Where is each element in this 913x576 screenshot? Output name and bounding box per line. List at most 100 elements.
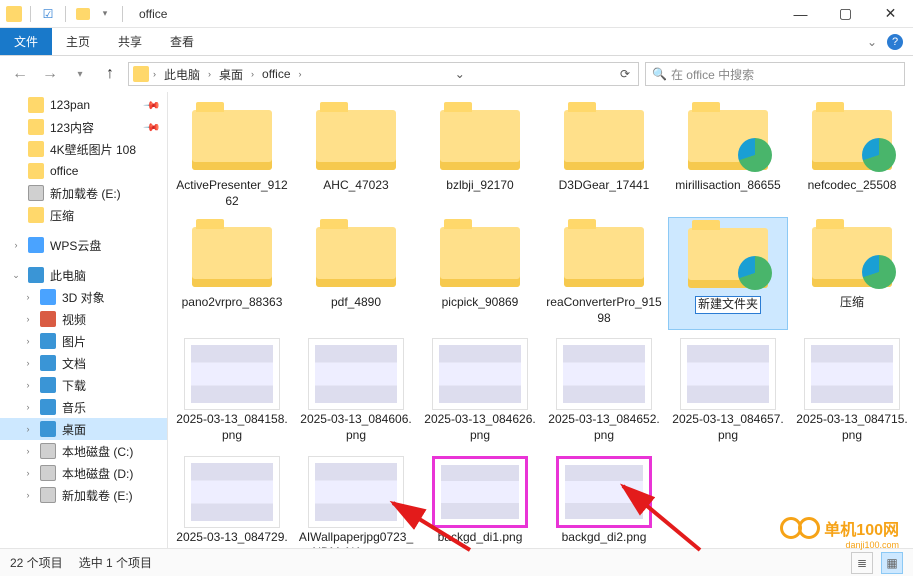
nav-forward-button: → [38, 62, 62, 86]
tree-item[interactable]: 123内容📌 [0, 116, 167, 138]
folder-icon [680, 104, 776, 176]
tab-home[interactable]: 主页 [52, 28, 104, 55]
tree-item[interactable]: 4K壁纸图片 108 [0, 138, 167, 160]
file-item[interactable]: backgd_di2.png [544, 452, 664, 548]
tree-item[interactable]: office [0, 160, 167, 182]
folder-item[interactable]: AHC_47023 [296, 100, 416, 213]
item-label: mirillisaction_86655 [675, 178, 780, 194]
item-label: ActivePresenter_91262 [174, 178, 290, 209]
file-item[interactable]: 2025-03-13_084652.png [544, 334, 664, 447]
tree-item[interactable]: ›3D 对象 [0, 286, 167, 308]
file-item[interactable]: 2025-03-13_084715.png [792, 334, 912, 447]
folder-item[interactable]: bzlbji_92170 [420, 100, 540, 213]
view-details-button[interactable]: ≣ [851, 552, 873, 574]
item-label: 2025-03-13_084626.png [422, 412, 538, 443]
qa-folder-icon[interactable] [74, 5, 92, 23]
tree-item[interactable]: ›图片 [0, 330, 167, 352]
maximize-button[interactable]: ▢ [823, 0, 868, 27]
tree-item[interactable]: ›下载 [0, 374, 167, 396]
folder-item[interactable]: D3DGear_17441 [544, 100, 664, 213]
tab-file[interactable]: 文件 [0, 28, 52, 55]
qa-dropdown[interactable]: ▾ [96, 5, 114, 23]
image-thumbnail [184, 456, 280, 528]
search-placeholder: 在 office 中搜索 [671, 66, 754, 83]
item-label: pano2vrpro_88363 [182, 295, 283, 311]
view-thumbs-button[interactable]: ▦ [881, 552, 903, 574]
folder-item[interactable]: mirillisaction_86655 [668, 100, 788, 213]
address-bar[interactable]: › 此电脑 › 桌面 › office › ⌄ ⟳ [128, 62, 639, 86]
item-label: AIWallpaperjpg0723_NDMxNA==.png [298, 530, 414, 548]
item-label: 压缩 [840, 295, 864, 311]
tree-this-pc[interactable]: ⌄此电脑 [0, 264, 167, 286]
folder-item[interactable]: pano2vrpro_88363 [172, 217, 292, 330]
nav-up-button[interactable]: ↑ [98, 62, 122, 86]
breadcrumb-seg-desktop[interactable]: 桌面 [215, 66, 247, 83]
minimize-button[interactable]: — [778, 0, 823, 27]
file-item[interactable]: 2025-03-13_084657.png [668, 334, 788, 447]
item-label: reaConverterPro_91598 [546, 295, 662, 326]
tree-item[interactable]: ›本地磁盘 (C:) [0, 440, 167, 462]
file-item[interactable]: AIWallpaperjpg0723_NDMxNA==.png [296, 452, 416, 548]
item-label[interactable]: 新建文件夹 [695, 296, 761, 314]
tree-item[interactable]: ›文档 [0, 352, 167, 374]
file-item[interactable]: 2025-03-13_084729.png [172, 452, 292, 548]
image-thumbnail [556, 456, 652, 528]
image-thumbnail [432, 338, 528, 410]
file-item[interactable]: backgd_di1.png [420, 452, 540, 548]
image-thumbnail [308, 456, 404, 528]
tree-item[interactable]: ›视频 [0, 308, 167, 330]
qa-checkbox[interactable]: ☑ [39, 5, 57, 23]
folder-item[interactable]: nefcodec_25508 [792, 100, 912, 213]
folder-icon [308, 104, 404, 176]
tree-item[interactable]: 123pan📌 [0, 94, 167, 116]
watermark: 单机100网 danji100.com [780, 516, 899, 540]
folder-icon [184, 221, 280, 293]
refresh-icon[interactable]: ⟳ [616, 67, 634, 81]
pin-icon: 📌 [143, 96, 162, 115]
tree-wps[interactable]: ›WPS云盘 [0, 234, 167, 256]
folder-item[interactable]: 新建文件夹 [668, 217, 788, 330]
help-icon[interactable]: ? [887, 34, 903, 50]
breadcrumb-seg-office[interactable]: office [258, 67, 294, 81]
folder-icon [432, 104, 528, 176]
tree-item[interactable]: ›新加载卷 (E:) [0, 484, 167, 506]
nav-back-button[interactable]: ← [8, 62, 32, 86]
nav-tree[interactable]: 123pan📌 123内容📌 4K壁纸图片 108 office 新加载卷 (E… [0, 92, 168, 548]
tree-item[interactable]: 压缩 [0, 204, 167, 226]
address-dropdown-icon[interactable]: ⌄ [451, 67, 469, 81]
pin-icon: 📌 [143, 118, 162, 137]
close-button[interactable]: ✕ [868, 0, 913, 27]
tree-item[interactable]: 新加载卷 (E:) [0, 182, 167, 204]
window-title: office [139, 7, 167, 21]
app-icon [6, 6, 22, 22]
image-thumbnail [804, 338, 900, 410]
file-grid[interactable]: ActivePresenter_91262AHC_47023 bzlbji_921… [168, 92, 913, 548]
search-input[interactable]: 🔍 在 office 中搜索 [645, 62, 905, 86]
tab-share[interactable]: 共享 [104, 28, 156, 55]
tree-item[interactable]: ›音乐 [0, 396, 167, 418]
item-label: backgd_di1.png [438, 530, 523, 546]
file-item[interactable]: 2025-03-13_084606.png [296, 334, 416, 447]
folder-item[interactable]: pdf_4890 [296, 217, 416, 330]
item-label: pdf_4890 [331, 295, 381, 311]
folder-item[interactable]: picpick_90869 [420, 217, 540, 330]
folder-item[interactable]: reaConverterPro_91598 [544, 217, 664, 330]
tree-item[interactable]: ›本地磁盘 (D:) [0, 462, 167, 484]
file-item[interactable]: 2025-03-13_084158.png [172, 334, 292, 447]
folder-icon [308, 221, 404, 293]
item-label: 2025-03-13_084715.png [794, 412, 910, 443]
image-thumbnail [308, 338, 404, 410]
file-item[interactable]: 2025-03-13_084626.png [420, 334, 540, 447]
ribbon-expand-icon[interactable]: ⌄ [867, 35, 877, 49]
status-count: 22 个项目 [10, 554, 63, 571]
folder-item[interactable]: ActivePresenter_91262 [172, 100, 292, 213]
item-label: bzlbji_92170 [446, 178, 513, 194]
search-icon: 🔍 [652, 67, 667, 81]
breadcrumb-seg-pc[interactable]: 此电脑 [160, 66, 204, 83]
tree-item-desktop[interactable]: ›桌面 [0, 418, 167, 440]
folder-item[interactable]: 压缩 [792, 217, 912, 330]
nav-recent-dropdown[interactable]: ▾ [68, 62, 92, 86]
tab-view[interactable]: 查看 [156, 28, 208, 55]
image-thumbnail [432, 456, 528, 528]
item-label: backgd_di2.png [562, 530, 647, 546]
